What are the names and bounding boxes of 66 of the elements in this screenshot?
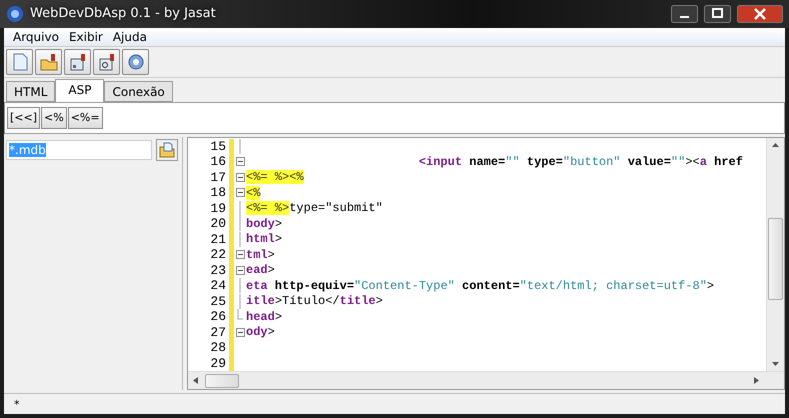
fold-icon[interactable] bbox=[236, 188, 244, 198]
minimize-icon[interactable] bbox=[671, 4, 698, 23]
scroll-thumb[interactable] bbox=[205, 374, 239, 388]
code-editor[interactable] bbox=[187, 136, 785, 390]
code-line: <%= %>type="submit" bbox=[246, 201, 383, 216]
code-line: itle>Título</title> bbox=[246, 294, 383, 308]
fold-icon[interactable] bbox=[236, 328, 244, 337]
code-line: tml> bbox=[246, 248, 275, 262]
vertical-scrollbar[interactable] bbox=[766, 138, 784, 371]
menu-item[interactable]: Arquivo bbox=[8, 30, 64, 44]
document-icon bbox=[12, 52, 28, 70]
app-icon bbox=[6, 4, 24, 23]
fold-icon[interactable] bbox=[236, 250, 244, 260]
line-number: 21 bbox=[209, 232, 227, 247]
folder-icon bbox=[38, 52, 58, 70]
code-line: <input name="" type="button" value=""><a href bbox=[418, 154, 743, 169]
line-number: 24 bbox=[209, 278, 227, 294]
line-number: 26 bbox=[209, 309, 227, 324]
line-number: 16 bbox=[209, 154, 227, 170]
snippet-button[interactable]: <% bbox=[41, 106, 67, 128]
line-number: 20 bbox=[209, 216, 227, 232]
toolbar-button[interactable] bbox=[35, 48, 62, 74]
code-line: head> bbox=[246, 310, 282, 324]
scroll-left-icon[interactable] bbox=[192, 376, 199, 385]
horizontal-scrollbar[interactable] bbox=[188, 371, 784, 389]
browse-button[interactable] bbox=[156, 138, 178, 160]
help-document-icon bbox=[96, 52, 116, 70]
fold-icon[interactable] bbox=[236, 157, 244, 166]
line-number: 18 bbox=[209, 185, 227, 200]
line-number: 23 bbox=[209, 262, 227, 278]
snippet-button[interactable]: <%= bbox=[68, 106, 103, 128]
scroll-thumb[interactable] bbox=[768, 218, 783, 300]
tab[interactable]: Conexão bbox=[104, 80, 173, 102]
tab[interactable]: HTML bbox=[6, 80, 56, 102]
toolbar-button[interactable] bbox=[122, 48, 149, 74]
fold-icon[interactable] bbox=[236, 266, 244, 275]
line-number: 25 bbox=[209, 294, 227, 309]
line-number: 28 bbox=[209, 340, 227, 356]
toolbar-button[interactable] bbox=[6, 48, 33, 74]
scroll-right-icon[interactable] bbox=[753, 376, 760, 385]
menu-item[interactable]: Exibir bbox=[64, 30, 108, 44]
line-number: 17 bbox=[209, 170, 227, 185]
fold-line bbox=[239, 138, 241, 154]
status-text: * bbox=[14, 398, 20, 410]
code-line: body> bbox=[246, 216, 282, 231]
line-number: 15 bbox=[209, 138, 227, 154]
code-line: ody> bbox=[246, 325, 275, 340]
database-icon bbox=[68, 52, 88, 70]
menu-item[interactable]: Ajuda bbox=[108, 30, 152, 44]
line-number: 27 bbox=[209, 324, 227, 340]
code-line: ead> bbox=[246, 263, 275, 278]
line-number: 19 bbox=[209, 200, 227, 216]
maximize-icon[interactable] bbox=[704, 4, 731, 23]
snippet-button[interactable]: [<<] bbox=[7, 106, 40, 128]
tab[interactable]: ASP bbox=[55, 78, 104, 102]
window-title: WebDevDbAsp 0.1 - by Jasat bbox=[30, 6, 217, 22]
toolbar-button[interactable] bbox=[64, 48, 91, 74]
toolbar-button[interactable] bbox=[93, 48, 120, 74]
folder-icon bbox=[159, 142, 175, 158]
line-number: 29 bbox=[209, 356, 227, 371]
code-line: html> bbox=[246, 232, 282, 246]
fold-icon[interactable] bbox=[236, 172, 244, 182]
close-icon[interactable] bbox=[737, 4, 783, 23]
help-icon bbox=[128, 54, 144, 70]
code-line: eta http-equiv="Content-Type" content="text/html; charset=utf-8"> bbox=[246, 278, 714, 293]
line-number: 22 bbox=[209, 247, 227, 262]
